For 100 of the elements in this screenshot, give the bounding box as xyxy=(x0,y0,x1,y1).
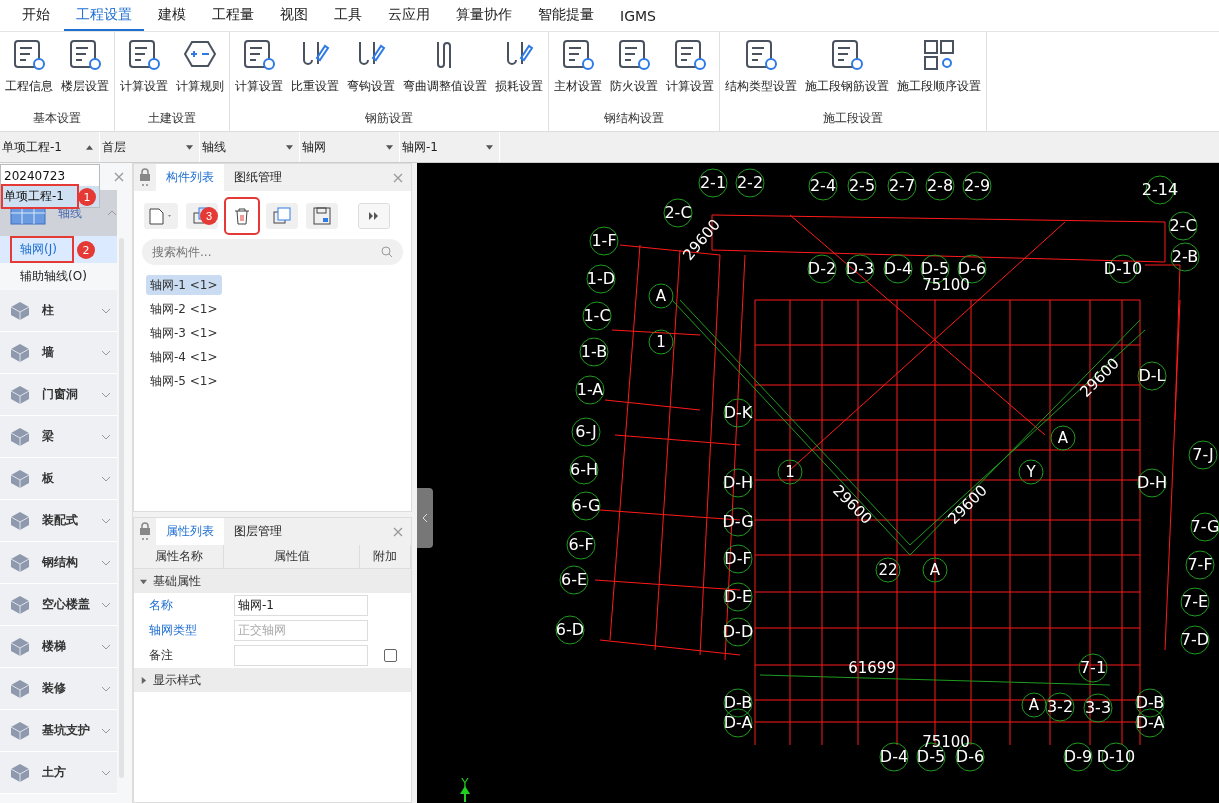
dropdown[interactable]: 轴网 xyxy=(300,132,400,162)
property-value-field[interactable]: 轴网-1 xyxy=(234,595,368,616)
menu-tab[interactable]: 智能提量 xyxy=(526,6,606,31)
property-group[interactable]: 基础属性 xyxy=(134,569,411,593)
axis-label: 6-D xyxy=(555,622,585,638)
menu-tab[interactable]: 工程量 xyxy=(200,6,266,31)
axis-label: D-5 xyxy=(920,261,950,277)
axis-label: 7-G xyxy=(1190,519,1219,535)
menu-tab[interactable]: 视图 xyxy=(268,6,320,31)
ribbon-button[interactable]: 楼层设置 xyxy=(58,36,112,110)
component-item[interactable]: 轴网-5 <1> xyxy=(146,371,222,391)
close-icon[interactable] xyxy=(393,172,403,183)
ribbon-button[interactable]: 主材设置 xyxy=(551,36,605,110)
more-button[interactable] xyxy=(358,203,390,229)
panel-tab[interactable]: 图层管理 xyxy=(224,518,292,545)
menu-tab[interactable]: 云应用 xyxy=(376,6,442,31)
axis-label: 7-1 xyxy=(1079,660,1107,676)
menu-tab[interactable]: 工具 xyxy=(322,6,374,31)
caret-down-icon xyxy=(140,577,147,585)
nav-category[interactable]: 柱 xyxy=(0,290,117,332)
ribbon-button[interactable]: 弯曲调整值设置 xyxy=(400,36,490,110)
save-button[interactable] xyxy=(306,203,338,229)
axis-label: D-6 xyxy=(957,261,987,277)
axis-label: 6-E xyxy=(560,572,588,588)
panel-tab[interactable]: 构件列表 xyxy=(156,164,224,191)
dimension-label: 75100 xyxy=(922,734,970,750)
axis-label: 2-8 xyxy=(926,178,954,194)
ribbon-button[interactable]: 比重设置 xyxy=(288,36,342,110)
nav-category[interactable]: 装配式 xyxy=(0,500,117,542)
lock-icon[interactable] xyxy=(139,168,151,188)
menu-tab[interactable]: IGMS xyxy=(608,8,668,31)
axis-label: 2-2 xyxy=(736,175,764,191)
chevron-down-icon xyxy=(101,433,111,440)
nav-category[interactable]: 空心楼盖 xyxy=(0,584,117,626)
search-field[interactable]: 搜索构件... xyxy=(142,239,403,265)
menu-tab[interactable]: 建模 xyxy=(146,6,198,31)
ribbon-button[interactable]: 计算设置 xyxy=(232,36,286,110)
checkbox[interactable] xyxy=(384,649,397,662)
ribbon-button[interactable]: 计算设置 xyxy=(663,36,717,110)
axis-label: 2-C xyxy=(1169,218,1197,234)
axis-label: D-A xyxy=(1135,715,1165,731)
axis-label: 2-14 xyxy=(1141,182,1179,198)
property-value-field[interactable] xyxy=(234,645,368,666)
axis-label: D-H xyxy=(1136,475,1168,491)
component-item[interactable]: 轴网-3 <1> xyxy=(146,323,222,343)
nav-item[interactable]: 辅助轴线(O) xyxy=(0,263,117,290)
lock-icon[interactable] xyxy=(139,522,151,542)
drawing-canvas[interactable] xyxy=(417,163,1219,803)
axis-bubble-label: A xyxy=(655,288,667,304)
component-item[interactable]: 轴网-1 <1> xyxy=(146,275,222,295)
axis-label: 7-D xyxy=(1180,632,1210,648)
chevron-down-icon xyxy=(101,601,111,608)
group-title: 土建设置 xyxy=(148,110,196,127)
layer-copy-button[interactable] xyxy=(266,203,298,229)
axis-label: 6-J xyxy=(575,424,597,440)
nav-category[interactable]: 楼梯 xyxy=(0,626,117,668)
nav-category[interactable]: 土方 xyxy=(0,752,117,794)
close-icon[interactable] xyxy=(393,526,403,537)
menu-tab[interactable]: 工程设置 xyxy=(64,6,144,31)
ribbon-button[interactable]: 弯钩设置 xyxy=(344,36,398,110)
nav-category[interactable]: 门窗洞 xyxy=(0,374,117,416)
dropdown-option[interactable]: 单项工程-1 1 xyxy=(1,186,99,207)
panel-tab[interactable]: 属性列表 xyxy=(156,518,224,545)
caret-down-icon xyxy=(286,144,293,150)
group-title: 施工段设置 xyxy=(823,110,883,127)
ribbon-button[interactable]: 施工段钢筋设置 xyxy=(802,36,892,110)
property-group[interactable]: 显示样式 xyxy=(134,668,411,692)
column-header: 属性名称 xyxy=(134,545,224,568)
menu-tab[interactable]: 开始 xyxy=(10,6,62,31)
nav-item[interactable]: 轴网(J) 2 xyxy=(0,236,117,263)
axis-label: D-10 xyxy=(1103,261,1143,277)
dropdown[interactable]: 轴线 xyxy=(200,132,300,162)
panel-tab[interactable]: 图纸管理 xyxy=(224,164,292,191)
nav-category[interactable]: 基坑支护 xyxy=(0,710,117,752)
ribbon-button[interactable]: 施工段顺序设置 xyxy=(894,36,984,110)
nav-category[interactable]: 钢结构 xyxy=(0,542,117,584)
component-item[interactable]: 轴网-4 <1> xyxy=(146,347,222,367)
close-icon[interactable] xyxy=(114,171,124,182)
nav-category[interactable]: 梁 xyxy=(0,416,117,458)
component-item[interactable]: 轴网-2 <1> xyxy=(146,299,222,319)
ribbon-button[interactable]: 计算规则 xyxy=(173,36,227,110)
nav-category[interactable]: 装修 xyxy=(0,668,117,710)
nav-category[interactable]: 墙 xyxy=(0,332,117,374)
dropdown[interactable]: 轴网-1 xyxy=(400,132,500,162)
collapse-handle[interactable] xyxy=(417,488,433,548)
nav-category[interactable]: 板 xyxy=(0,458,117,500)
ribbon-button[interactable]: 计算设置 xyxy=(117,36,171,110)
ribbon-button[interactable]: 损耗设置 xyxy=(492,36,546,110)
axis-label: D-10 xyxy=(1096,749,1136,765)
ribbon-button[interactable]: 防火设置 xyxy=(607,36,661,110)
callout-badge: 1 xyxy=(78,188,96,206)
ribbon-button[interactable]: 结构类型设置 xyxy=(722,36,800,110)
dropdown[interactable]: 单项工程-1 xyxy=(0,132,100,162)
menu-tab[interactable]: 算量协作 xyxy=(444,6,524,31)
y-axis-arrow-icon xyxy=(460,786,470,802)
dropdown[interactable]: 首层 xyxy=(100,132,200,162)
chevron-down-icon xyxy=(101,643,111,650)
ribbon-button[interactable]: 工程信息 xyxy=(2,36,56,110)
new-button[interactable] xyxy=(144,203,178,229)
chevron-down-icon xyxy=(101,475,111,482)
